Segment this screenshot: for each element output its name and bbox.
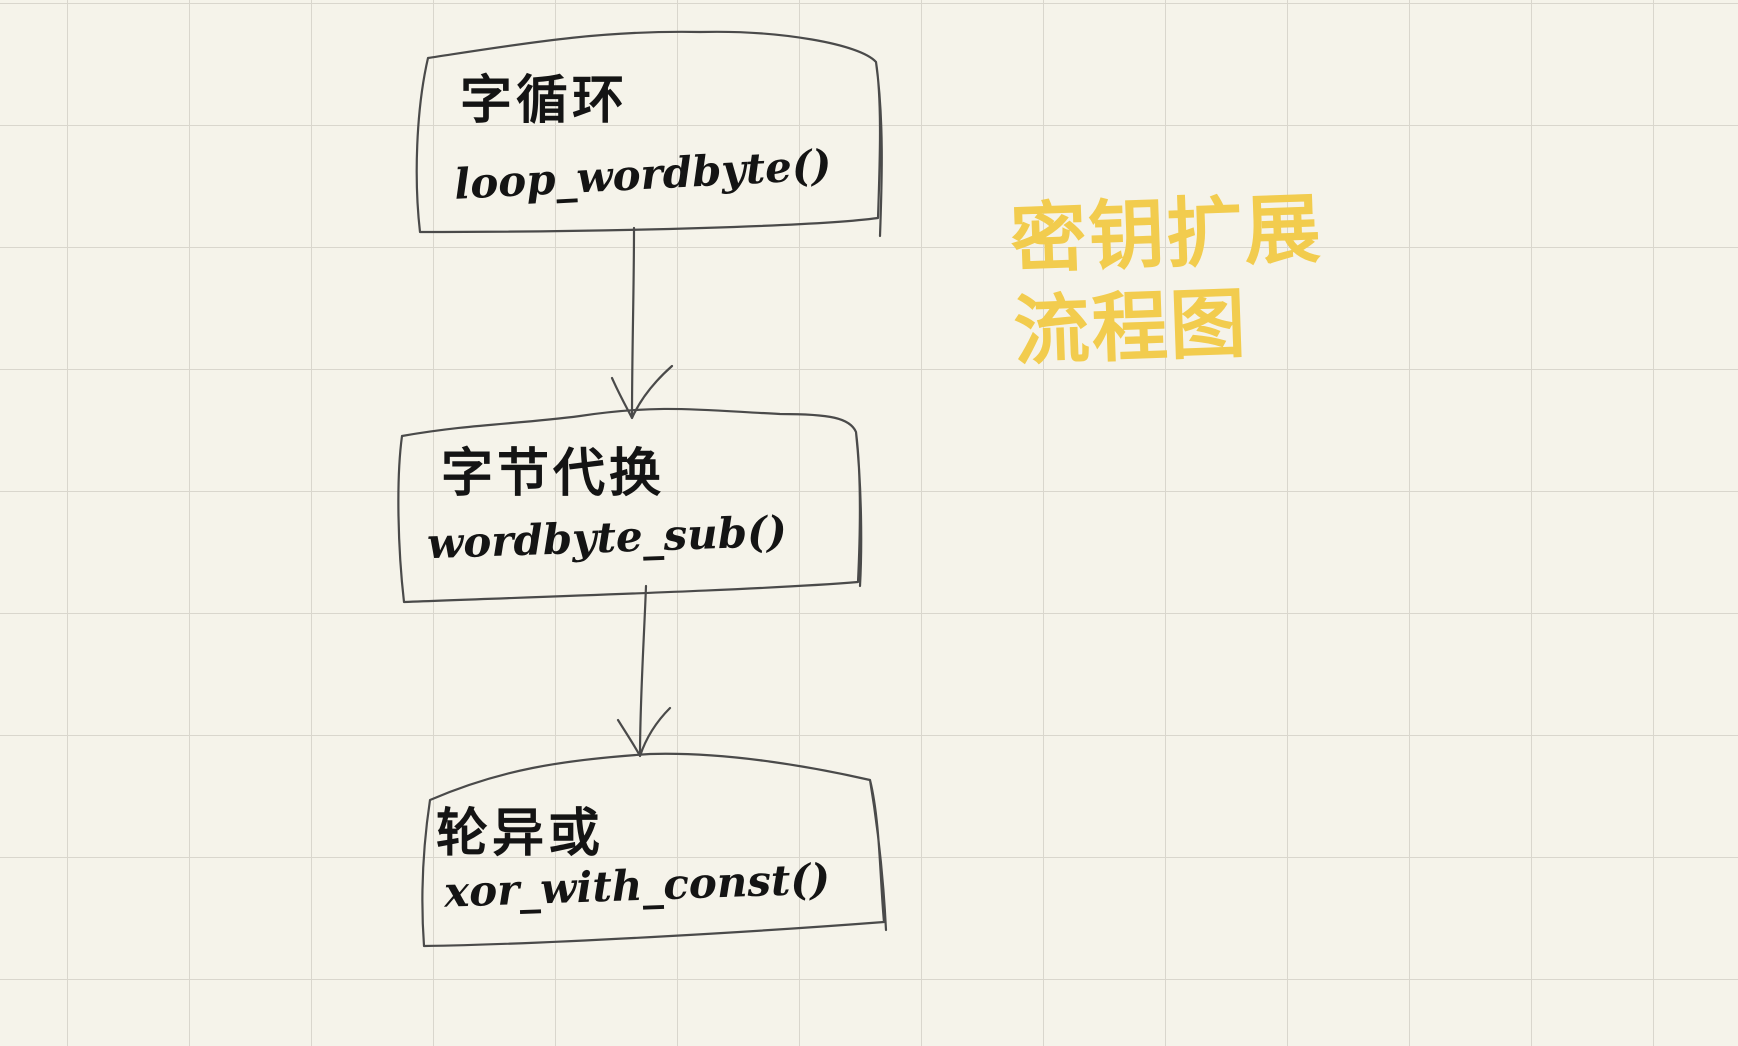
node-label: 字节代换 <box>441 443 666 504</box>
diagram-title-line-1: 密钥扩展 <box>1008 183 1324 284</box>
node-label: 轮异或 <box>436 803 605 864</box>
node-function: wordbyte_sub() <box>426 506 788 569</box>
node-wordbyte-sub: 字节代换 wordbyte_sub() <box>397 411 859 601</box>
diagram-title-line-2: 流程图 <box>1012 278 1250 376</box>
node-xor-with-const: 轮异或 xor_with_const() <box>422 757 886 947</box>
node-function: loop_wordbyte() <box>452 140 833 209</box>
node-loop-wordbyte: 字循环 loop_wordbyte() <box>414 24 884 234</box>
arrow-loop-to-sub <box>610 226 674 420</box>
diagram-title: 密钥扩展 流程图 <box>1009 182 1345 377</box>
arrow-sub-to-xor <box>616 584 672 758</box>
node-label: 字循环 <box>460 70 629 131</box>
